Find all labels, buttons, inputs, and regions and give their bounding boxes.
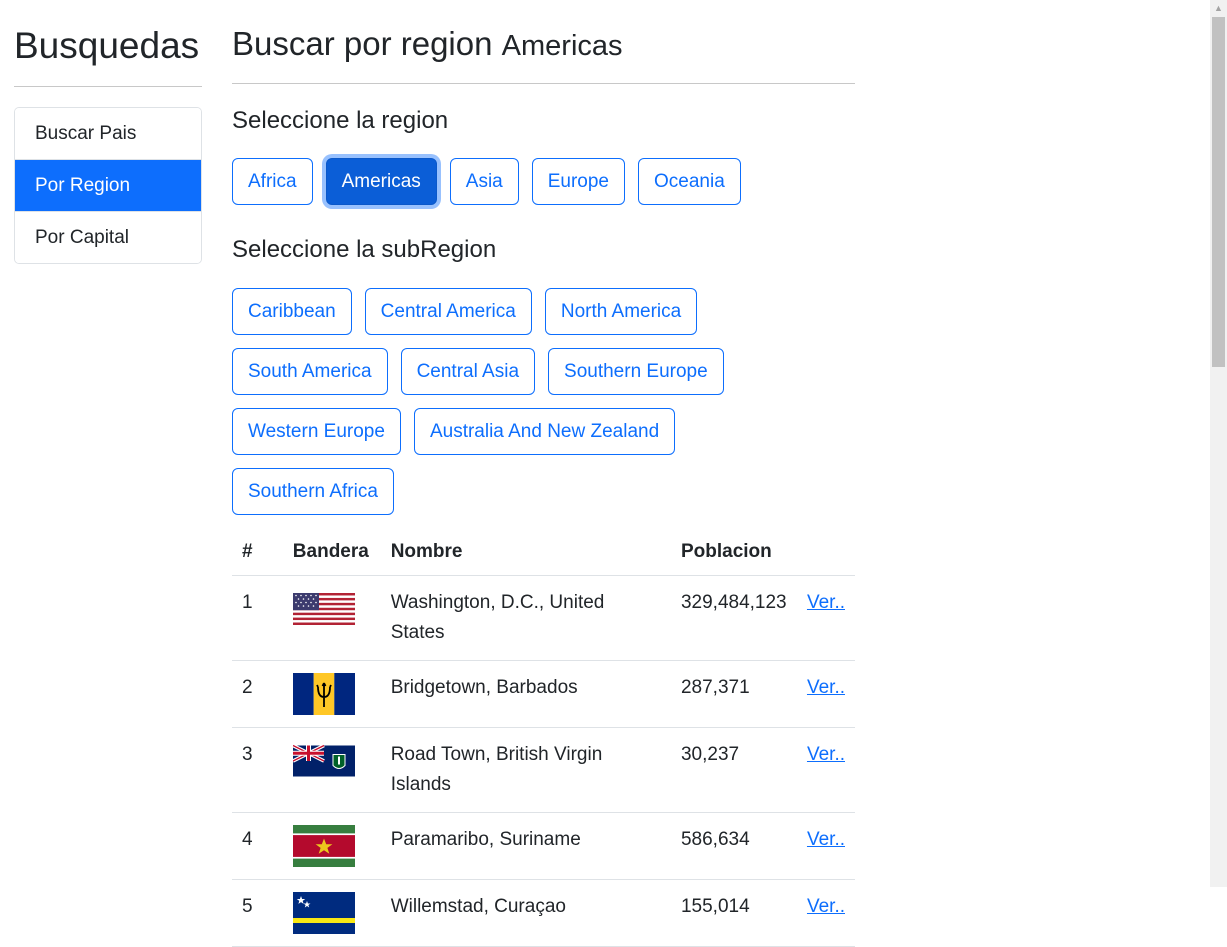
row-population: 30,237 bbox=[670, 727, 797, 813]
row-flag-cell bbox=[282, 660, 381, 728]
page-title-text: Buscar por region bbox=[232, 25, 493, 62]
vertical-scrollbar[interactable]: ▲ bbox=[1210, 0, 1227, 887]
row-population: 329,484,123 bbox=[670, 575, 797, 661]
sidebar-title: Busquedas bbox=[14, 25, 200, 66]
sidebar: Busquedas Buscar Pais Por Region Por Cap… bbox=[14, 0, 202, 264]
subregion-button-caribbean[interactable]: Caribbean bbox=[232, 288, 352, 335]
subregion-button-central-america[interactable]: Central America bbox=[364, 288, 532, 335]
row-population: 155,014 bbox=[670, 879, 797, 947]
row-number: 4 bbox=[232, 812, 283, 880]
table-row: 2 Bridgetown, Barbados 287,371 Ver.. bbox=[232, 660, 855, 728]
row-population: 287,371 bbox=[670, 660, 797, 728]
ver-link[interactable]: Ver.. bbox=[807, 592, 845, 613]
subregion-button-group: Caribbean Central America North America … bbox=[232, 288, 752, 515]
sidebar-item-por-capital[interactable]: Por Capital bbox=[15, 212, 201, 263]
row-name: Bridgetown, Barbados bbox=[380, 660, 671, 728]
ver-link[interactable]: Ver.. bbox=[807, 744, 845, 765]
page-title: Buscar por region Americas bbox=[232, 0, 855, 66]
row-number: 1 bbox=[232, 575, 283, 661]
row-flag-cell bbox=[282, 727, 381, 813]
subregion-heading: Seleccione la subRegion bbox=[232, 236, 497, 263]
row-action-cell: Ver.. bbox=[796, 727, 855, 813]
subregion-button-western-europe[interactable]: Western Europe bbox=[232, 408, 401, 455]
row-population: 586,634 bbox=[670, 812, 797, 880]
region-button-africa[interactable]: Africa bbox=[232, 158, 313, 205]
results-table: # Bandera Nombre Poblacion 1 Washington,… bbox=[232, 528, 855, 947]
subregion-button-australia-new-zealand[interactable]: Australia And New Zealand bbox=[413, 408, 676, 455]
page-title-region: Americas bbox=[501, 30, 623, 62]
region-button-oceania[interactable]: Oceania bbox=[638, 158, 741, 205]
region-heading: Seleccione la region bbox=[232, 107, 449, 134]
row-number: 2 bbox=[232, 660, 283, 728]
header-flag: Bandera bbox=[282, 528, 381, 576]
row-name: Washington, D.C., United States bbox=[380, 575, 671, 661]
row-flag-cell bbox=[282, 575, 381, 661]
row-action-cell: Ver.. bbox=[796, 812, 855, 880]
header-action bbox=[796, 528, 855, 576]
scroll-up-arrow-icon[interactable]: ▲ bbox=[1210, 0, 1227, 17]
flag-british-virgin-islands-icon bbox=[292, 743, 355, 777]
table-row: 5 Willemstad, Curaçao 155,014 Ver.. bbox=[232, 879, 855, 947]
row-flag-cell bbox=[282, 812, 381, 880]
scrollbar-thumb[interactable] bbox=[1212, 17, 1225, 367]
ver-link[interactable]: Ver.. bbox=[807, 677, 845, 698]
sidebar-divider bbox=[14, 86, 202, 87]
row-number: 3 bbox=[232, 727, 283, 813]
ver-link[interactable]: Ver.. bbox=[807, 829, 845, 850]
subregion-button-central-asia[interactable]: Central Asia bbox=[400, 348, 536, 395]
subregion-button-southern-europe[interactable]: Southern Europe bbox=[548, 348, 724, 395]
table-row: 3 Road Town, British Virgin Islands 30,2… bbox=[232, 727, 855, 813]
flag-suriname-icon bbox=[292, 825, 355, 867]
table-header-row: # Bandera Nombre Poblacion bbox=[232, 528, 855, 576]
row-name: Willemstad, Curaçao bbox=[380, 879, 671, 947]
subregion-button-southern-africa[interactable]: Southern Africa bbox=[232, 468, 394, 515]
flag-united-states-icon bbox=[292, 593, 355, 625]
region-button-americas[interactable]: Americas bbox=[325, 158, 437, 205]
region-button-group: Africa Americas Asia Europe Oceania bbox=[232, 158, 855, 205]
flag-barbados-icon bbox=[292, 673, 355, 715]
subregion-button-south-america[interactable]: South America bbox=[232, 348, 388, 395]
row-action-cell: Ver.. bbox=[796, 575, 855, 661]
row-action-cell: Ver.. bbox=[796, 660, 855, 728]
subregion-button-north-america[interactable]: North America bbox=[544, 288, 698, 335]
row-number: 5 bbox=[232, 879, 283, 947]
header-number: # bbox=[232, 528, 283, 576]
row-flag-cell bbox=[282, 879, 381, 947]
sidebar-nav: Buscar Pais Por Region Por Capital bbox=[14, 107, 202, 264]
row-name: Paramaribo, Suriname bbox=[380, 812, 671, 880]
region-button-asia[interactable]: Asia bbox=[449, 158, 519, 205]
title-divider bbox=[232, 83, 855, 84]
table-row: 4 Paramaribo, Suriname 586,634 Ver.. bbox=[232, 812, 855, 880]
flag-curacao-icon bbox=[292, 892, 355, 934]
sidebar-item-buscar-pais[interactable]: Buscar Pais bbox=[15, 108, 201, 160]
table-row: 1 Washington, D.C., United States 329,48… bbox=[232, 575, 855, 661]
row-action-cell: Ver.. bbox=[796, 879, 855, 947]
ver-link[interactable]: Ver.. bbox=[807, 896, 845, 917]
header-name: Nombre bbox=[380, 528, 671, 576]
region-button-europe[interactable]: Europe bbox=[531, 158, 626, 205]
main-content: Buscar por region Americas Seleccione la… bbox=[232, 0, 855, 947]
sidebar-item-por-region[interactable]: Por Region bbox=[15, 160, 201, 212]
row-name: Road Town, British Virgin Islands bbox=[380, 727, 671, 813]
header-population: Poblacion bbox=[670, 528, 797, 576]
